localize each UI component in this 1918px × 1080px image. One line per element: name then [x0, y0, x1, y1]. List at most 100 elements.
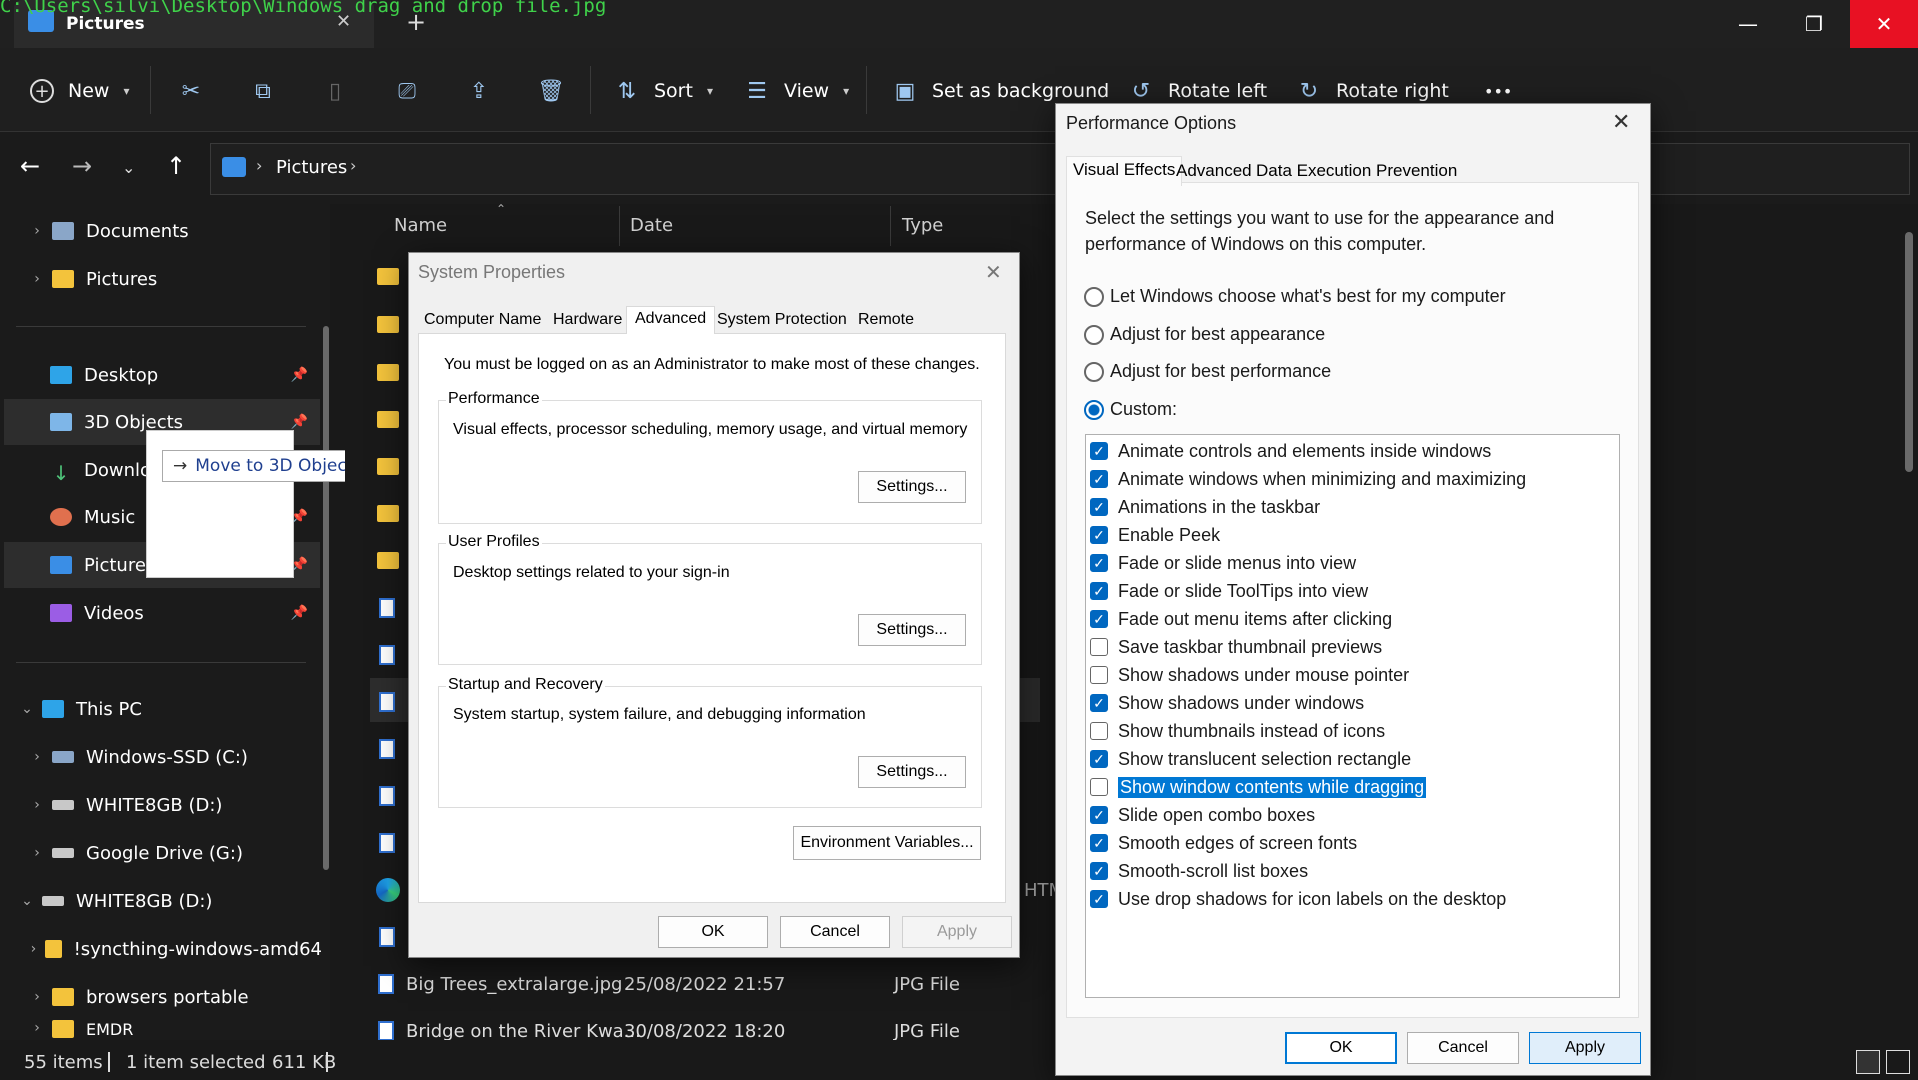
sidebar-item-syncthing[interactable]: › !syncthing-windows-amd64	[22, 926, 322, 972]
new-button[interactable]: + New ▾	[30, 76, 129, 106]
chevron-down-icon[interactable]: ⌄	[12, 893, 42, 909]
sidebar-item-documents[interactable]: › Documents	[22, 208, 338, 254]
effect-checkbox-row[interactable]: Show thumbnails instead of icons	[1090, 717, 1385, 745]
close-icon[interactable]: ✕	[1612, 110, 1630, 135]
chevron-right-icon[interactable]: ›	[22, 845, 52, 861]
copy-button[interactable]: ⧉	[250, 76, 276, 106]
delete-button[interactable]: 🗑	[537, 76, 565, 106]
breadcrumb-pictures[interactable]: Pictures	[276, 157, 347, 178]
checkbox-checked-icon[interactable]: ✓	[1090, 554, 1108, 572]
radio-let-windows-choose[interactable]: Let Windows choose what's best for my co…	[1084, 286, 1506, 307]
user-profiles-settings-button[interactable]: Settings...	[858, 614, 966, 646]
sidebar-item-white8gb[interactable]: ⌄ WHITE8GB (D:)	[12, 878, 328, 924]
forward-icon[interactable]: →	[72, 152, 92, 180]
effect-checkbox-row[interactable]: Show shadows under mouse pointer	[1090, 661, 1409, 689]
checkbox-unchecked-icon[interactable]	[1090, 666, 1108, 684]
sidebar-item-drive-g[interactable]: › Google Drive (G:)	[22, 830, 338, 876]
checkbox-checked-icon[interactable]: ✓	[1090, 834, 1108, 852]
checkbox-checked-icon[interactable]: ✓	[1090, 890, 1108, 908]
startup-recovery-settings-button[interactable]: Settings...	[858, 756, 966, 788]
rename-button[interactable]: ⎚	[394, 76, 420, 106]
tab-hardware[interactable]: Hardware	[553, 311, 622, 329]
tiles-view-icon[interactable]	[1886, 1050, 1910, 1074]
chevron-right-icon[interactable]: ›	[22, 271, 52, 287]
effect-checkbox-row[interactable]: ✓ Fade or slide ToolTips into view	[1090, 577, 1368, 605]
checkbox-checked-icon[interactable]: ✓	[1090, 750, 1108, 768]
checkbox-unchecked-icon[interactable]	[1090, 778, 1108, 796]
effect-checkbox-row[interactable]: ✓ Animate windows when minimizing and max…	[1090, 465, 1526, 493]
apply-button[interactable]: Apply	[1529, 1032, 1641, 1064]
sidebar-scrollbar[interactable]	[323, 326, 329, 870]
tab-remote[interactable]: Remote	[858, 311, 914, 329]
effect-checkbox-row[interactable]: ✓ Smooth-scroll list boxes	[1090, 857, 1308, 885]
effect-checkbox-row[interactable]: ✓ Show shadows under windows	[1090, 689, 1364, 717]
sidebar-item-pictures-top[interactable]: › Pictures	[22, 256, 338, 302]
checkbox-checked-icon[interactable]: ✓	[1090, 862, 1108, 880]
checkbox-checked-icon[interactable]: ✓	[1090, 610, 1108, 628]
column-header-name[interactable]: Name	[394, 215, 447, 236]
chevron-right-icon[interactable]: ›	[22, 1020, 52, 1036]
cancel-button[interactable]: Cancel	[1407, 1032, 1519, 1064]
effect-checkbox-row[interactable]: ✓ Fade out menu items after clicking	[1090, 605, 1392, 633]
sidebar-item-drive-d[interactable]: › WHITE8GB (D:)	[22, 782, 338, 828]
sidebar-item-desktop[interactable]: Desktop 📌	[4, 352, 320, 398]
more-options-button[interactable]: •••	[1484, 76, 1512, 106]
file-list-scrollbar[interactable]	[1905, 232, 1913, 472]
tab-data-execution-prevention[interactable]: Data Execution Prevention	[1256, 161, 1457, 181]
up-icon[interactable]: ↑	[166, 152, 186, 180]
cancel-button[interactable]: Cancel	[780, 916, 890, 948]
checkbox-checked-icon[interactable]: ✓	[1090, 442, 1108, 460]
checkbox-unchecked-icon[interactable]	[1090, 638, 1108, 656]
sort-button[interactable]: ⇅ Sort ▾	[614, 76, 713, 106]
column-header-type[interactable]: Type	[902, 215, 943, 236]
chevron-right-icon[interactable]: ›	[22, 989, 52, 1005]
apply-button[interactable]: Apply	[902, 916, 1012, 948]
column-divider[interactable]	[890, 206, 891, 246]
radio-custom[interactable]: Custom:	[1084, 399, 1177, 420]
chevron-right-icon[interactable]: ›	[22, 797, 52, 813]
sidebar-item-emdr[interactable]: › EMDR	[22, 1020, 338, 1040]
sidebar-item-browsers-portable[interactable]: › browsers portable	[22, 974, 338, 1020]
column-divider[interactable]	[619, 206, 620, 246]
effect-checkbox-row[interactable]: Save taskbar thumbnail previews	[1090, 633, 1382, 661]
close-icon[interactable]: ✕	[985, 260, 1002, 284]
set-background-button[interactable]: ▣ Set as background	[892, 76, 1110, 106]
recent-locations-icon[interactable]: ⌄	[122, 158, 135, 177]
tab-advanced[interactable]: Advanced	[626, 306, 716, 334]
effect-checkbox-row[interactable]: ✓ Smooth edges of screen fonts	[1090, 829, 1357, 857]
pin-icon[interactable]: 📌	[291, 414, 308, 430]
performance-settings-button[interactable]: Settings...	[858, 471, 966, 503]
file-row[interactable]: Big Trees_extralarge.jpg 25/08/2022 21:5…	[372, 968, 1012, 1000]
sidebar-item-videos[interactable]: Videos 📌	[4, 590, 320, 636]
effect-checkbox-row[interactable]: ✓ Animations in the taskbar	[1090, 493, 1320, 521]
chevron-down-icon[interactable]: ⌄	[12, 701, 42, 717]
checkbox-checked-icon[interactable]: ✓	[1090, 582, 1108, 600]
sidebar-item-this-pc[interactable]: ⌄ This PC	[12, 686, 328, 732]
checkbox-checked-icon[interactable]: ✓	[1090, 694, 1108, 712]
pin-icon[interactable]: 📌	[291, 605, 308, 621]
radio-best-performance[interactable]: Adjust for best performance	[1084, 361, 1331, 382]
checkbox-checked-icon[interactable]: ✓	[1090, 470, 1108, 488]
tab-computer-name[interactable]: Computer Name	[424, 311, 541, 329]
effect-checkbox-row[interactable]: ✓ Animate controls and elements inside wi…	[1090, 437, 1491, 465]
details-view-icon[interactable]	[1856, 1050, 1880, 1074]
sidebar-item-drive-c[interactable]: › Windows-SSD (C:)	[22, 734, 338, 780]
ok-button[interactable]: OK	[1285, 1032, 1397, 1064]
effect-checkbox-row[interactable]: ✓ Fade or slide menus into view	[1090, 549, 1356, 577]
effect-checkbox-row[interactable]: ✓ Enable Peek	[1090, 521, 1220, 549]
checkbox-checked-icon[interactable]: ✓	[1090, 526, 1108, 544]
tab-system-protection[interactable]: System Protection	[717, 311, 847, 329]
chevron-right-icon[interactable]: ›	[22, 749, 52, 765]
effect-checkbox-row[interactable]: ✓ Slide open combo boxes	[1090, 801, 1315, 829]
share-button[interactable]: ⇪	[466, 76, 492, 106]
column-header-date[interactable]: Date	[630, 215, 673, 236]
ok-button[interactable]: OK	[658, 916, 768, 948]
effect-checkbox-row[interactable]: Show window contents while dragging	[1090, 773, 1427, 801]
rotate-right-button[interactable]: ↻ Rotate right	[1296, 76, 1449, 106]
chevron-right-icon[interactable]: ›	[22, 223, 52, 239]
checkbox-checked-icon[interactable]: ✓	[1090, 806, 1108, 824]
close-window-button[interactable]: ✕	[1850, 0, 1918, 48]
chevron-right-icon[interactable]: ›	[22, 941, 45, 957]
paste-button[interactable]: ▯	[322, 76, 348, 106]
cut-button[interactable]: ✂	[178, 76, 204, 106]
